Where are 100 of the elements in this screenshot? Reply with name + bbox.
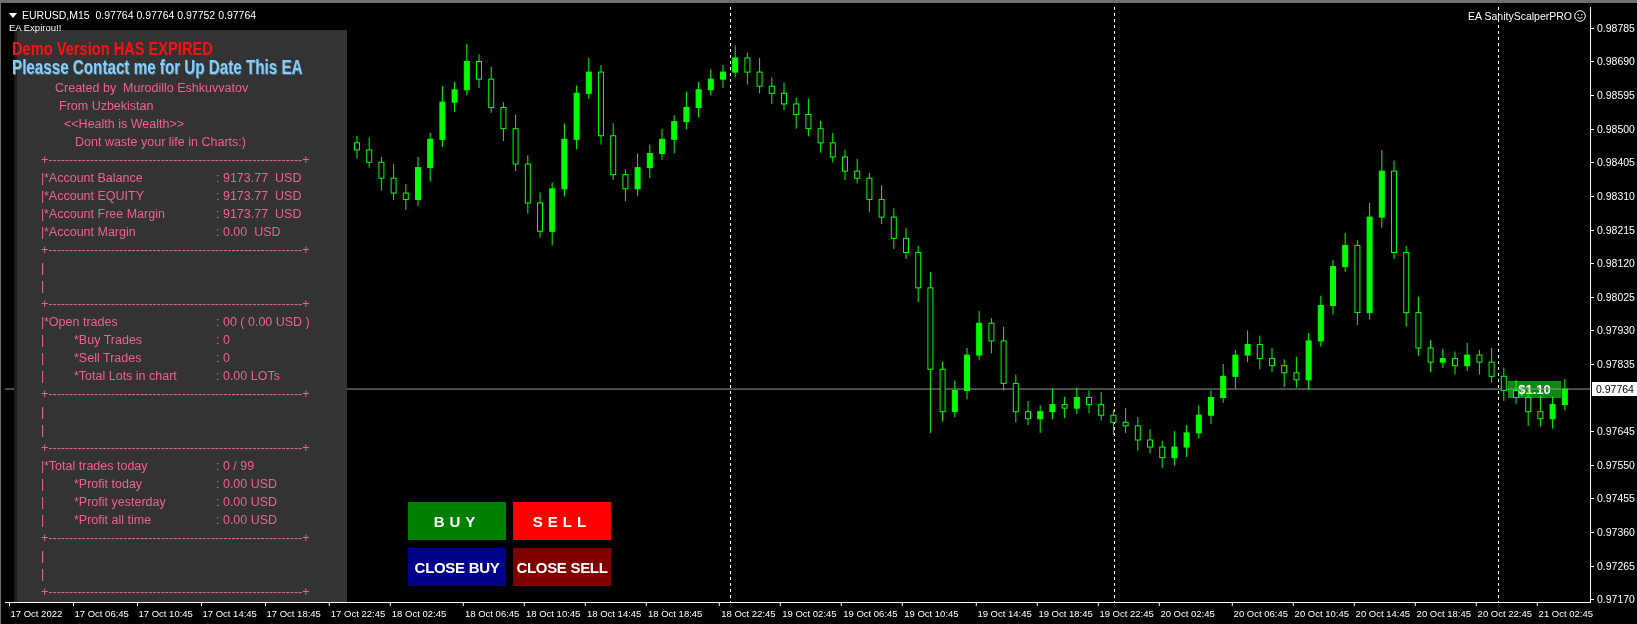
ea-name: EA SanityScalperPRO (1468, 10, 1572, 22)
candle (890, 207, 897, 250)
panel-rule: | (41, 170, 44, 187)
time-tick: 18 Oct 14:45 (585, 603, 642, 619)
candle (1513, 379, 1519, 405)
candle (829, 132, 836, 164)
panel-rule: | (41, 350, 44, 367)
stat-label: *Total Lots in chart (73, 368, 178, 385)
trade-button[interactable]: CLOSE BUY (408, 548, 506, 586)
price-tick: 0.98785 (1591, 20, 1635, 35)
panel-rule: +-------------------------------------------------------------+ (41, 152, 310, 169)
symbol-quote: EURUSD,M15 0.97764 0.97764 0.97752 0.97764 (22, 9, 257, 21)
time-tick: 19 Oct 14:45 (975, 603, 1032, 619)
candle (573, 85, 580, 150)
time-tick: 18 Oct 02:45 (389, 603, 447, 619)
panel-text: Created by Murodillo Eshkuvvatov (55, 80, 249, 97)
candle (1281, 358, 1288, 388)
price-tick: 0.98500 (1591, 121, 1635, 136)
trade-button[interactable]: BUY (408, 502, 506, 540)
price-tick: 0.97645 (1591, 424, 1635, 439)
panel-rule: +-------------------------------------------------------------+ (41, 386, 310, 403)
candle (964, 347, 970, 400)
price-tick: 0.98405 (1591, 155, 1635, 170)
stat-label: *Account Free Margin (44, 206, 166, 223)
candle (500, 101, 507, 142)
stat-label: *Profit yesterday (73, 494, 167, 511)
trade-button[interactable]: SELL (513, 502, 611, 540)
stat-value: : 9173.77 USD (216, 170, 302, 187)
candle (549, 181, 556, 246)
stat-value: : 0 (216, 350, 230, 367)
smiley-icon (1574, 10, 1586, 22)
panel-text: Dont waste your life in Charts:) (75, 134, 246, 151)
panel-rule: | (41, 566, 45, 583)
candle (1220, 363, 1227, 404)
candle (1110, 409, 1117, 436)
panel-rule: +-------------------------------------------------------------+ (41, 584, 310, 601)
time-tick: 20 Oct 06:45 (1231, 603, 1288, 619)
candle (756, 57, 763, 94)
price-tick: 0.97170 (1591, 592, 1635, 607)
candle (976, 310, 983, 361)
panel-rule: +-------------------------------------------------------------+ (41, 440, 310, 457)
time-tick: 19 Oct 10:45 (902, 603, 959, 619)
candle (439, 85, 446, 148)
price-tick: 0.97455 (1591, 491, 1635, 506)
candle (854, 158, 861, 184)
panel-rule: | (41, 512, 44, 529)
candle (1232, 349, 1239, 390)
stat-label: *Account EQUITY (44, 188, 146, 205)
candle (659, 128, 665, 161)
time-tick: 19 Oct 02:45 (780, 603, 837, 619)
trade-button[interactable]: CLOSE SELL (513, 548, 611, 586)
candle (1183, 424, 1190, 458)
stat-value: : 0 / 99 (216, 458, 255, 475)
candle (781, 82, 787, 111)
dropdown-icon[interactable] (9, 12, 17, 18)
candle (951, 380, 958, 418)
candle (1208, 389, 1214, 425)
candle (488, 66, 495, 114)
candle (1500, 366, 1507, 402)
candle (354, 135, 360, 160)
time-tick: 18 Oct 10:45 (524, 603, 581, 619)
candle (451, 81, 458, 113)
candle (463, 43, 470, 96)
candle (366, 137, 373, 169)
alert-text: Demo Version HAS EXPIRED (12, 39, 213, 58)
time-tick: 17 Oct 2022 (8, 603, 63, 619)
candle (415, 156, 421, 207)
price-tick: 0.98690 (1591, 54, 1635, 69)
panel-rule: | (41, 404, 45, 421)
time-tick: 20 Oct 10:45 (1292, 603, 1349, 619)
candle (903, 227, 909, 260)
candle (1464, 342, 1471, 372)
candle (707, 68, 714, 96)
candle (1073, 387, 1080, 415)
candle (1122, 407, 1129, 434)
stat-value: : 00 ( 0.00 USD ) (216, 314, 310, 331)
time-tick: 19 Oct 06:45 (841, 603, 898, 619)
stat-label: *Open trades (44, 314, 119, 331)
candle (390, 163, 397, 201)
time-tick: 17 Oct 18:45 (264, 603, 321, 619)
candle (427, 132, 434, 183)
panel-rule: | (41, 332, 44, 349)
candle (402, 183, 409, 211)
stat-label: *Profit all time (73, 512, 153, 529)
candle (939, 360, 946, 423)
candle (817, 120, 824, 154)
candle (646, 144, 653, 179)
panel-rule: | (41, 224, 44, 241)
candle (720, 64, 726, 89)
panel-rule: | (41, 476, 44, 493)
candle (1049, 388, 1056, 420)
panel-rule: | (41, 260, 45, 277)
stat-value: : 0.00 USD (216, 476, 278, 493)
time-tick: 20 Oct 22:45 (1475, 603, 1532, 619)
time-tick: 17 Oct 06:45 (72, 603, 129, 619)
time-tick: 20 Oct 18:45 (1414, 603, 1471, 619)
stat-label: *Total trades today (44, 458, 149, 475)
stat-value: : 9173.77 USD (216, 188, 302, 205)
candle (1098, 391, 1105, 422)
time-tick: 17 Oct 10:45 (136, 603, 193, 619)
